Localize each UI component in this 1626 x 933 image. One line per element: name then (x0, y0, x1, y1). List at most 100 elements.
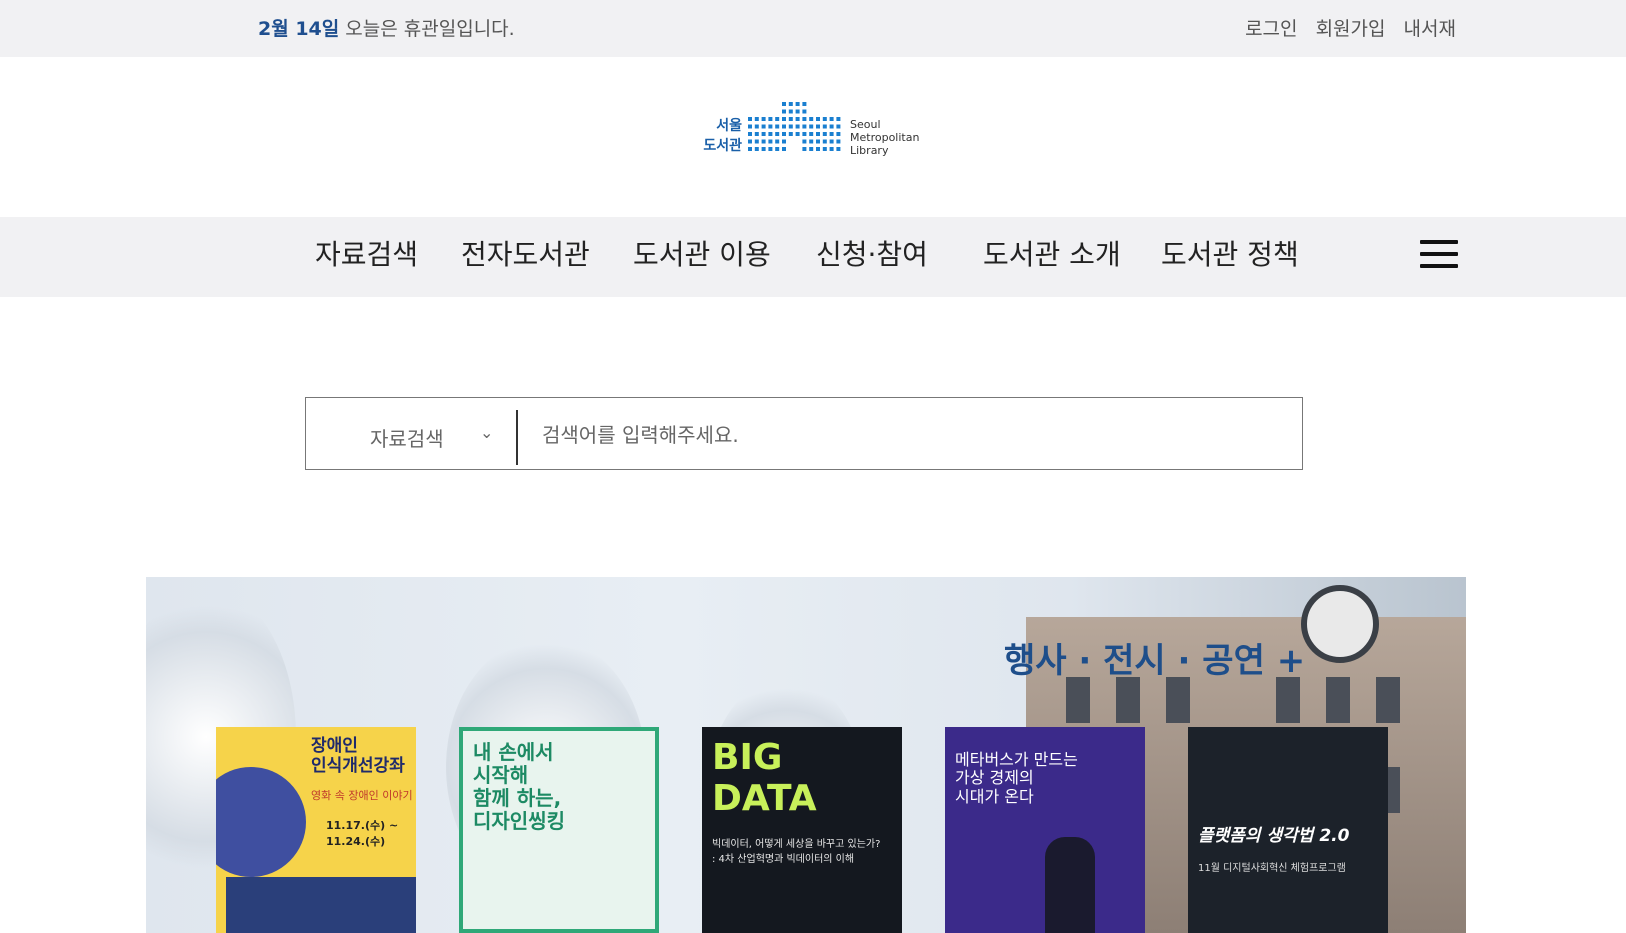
logo-dot (822, 147, 827, 151)
logo-dot (775, 124, 780, 129)
logo-dot (795, 124, 800, 129)
logo-dot (809, 139, 814, 144)
logo-dot (761, 139, 766, 144)
nav-item-apply[interactable]: 신청·참여 (816, 233, 928, 273)
logo-dot (768, 124, 773, 129)
logo-dot (775, 139, 780, 144)
logo-dot (754, 117, 759, 121)
logo-dot (761, 147, 766, 151)
logo-dot (748, 132, 752, 136)
logo-dot (748, 139, 752, 144)
logo-dot (809, 132, 814, 136)
nav-item-about[interactable]: 도서관 소개 (983, 233, 1121, 273)
logo-dot (761, 132, 766, 136)
logo-dot (836, 147, 841, 151)
logo-dot (782, 117, 786, 121)
logo-dot (816, 132, 820, 136)
nav-item-policy[interactable]: 도서관 정책 (1161, 233, 1299, 273)
logo-dot (782, 102, 786, 106)
logo-dot (788, 124, 793, 129)
today-notice: 2월 14일 오늘은 휴관일입니다. (258, 14, 515, 41)
logo-dot (836, 139, 841, 144)
logo-dot (748, 124, 752, 129)
logo-dot (788, 117, 793, 121)
logo-dot (782, 109, 786, 114)
logo-dot (768, 117, 773, 121)
events-title-link[interactable]: 행사 · 전시 · 공연 + (1004, 633, 1305, 682)
logo-english-text: Seoul Metropolitan Library (850, 118, 920, 157)
search-divider (516, 410, 518, 465)
clock-image (1301, 585, 1379, 663)
logo-korean-text: 서울 도서관 (703, 118, 742, 154)
logo-dot (775, 132, 780, 136)
logo-dot (822, 132, 827, 136)
logo-dot (754, 147, 759, 151)
search-input[interactable] (540, 418, 1264, 452)
logo-dot (775, 117, 780, 121)
logo-dot (836, 132, 841, 136)
logo-dot (809, 147, 814, 151)
logo-dot (788, 102, 793, 106)
logo-dot (822, 139, 827, 144)
logo-dot (754, 132, 759, 136)
today-date: 2월 14일 (258, 18, 340, 40)
logo-dot (748, 117, 752, 121)
main-nav-bar (0, 217, 1626, 297)
logo-dot (822, 117, 827, 121)
logo-dot (802, 102, 807, 106)
logo-dot (802, 147, 807, 151)
logo-dot (782, 147, 786, 151)
logo-dot (802, 132, 807, 136)
logo-dot (836, 117, 841, 121)
logo-dot (802, 124, 807, 129)
event-poster-metaverse[interactable]: 메타버스가 만드는 가상 경제의 시대가 온다 (945, 727, 1145, 933)
nav-item-search[interactable]: 자료검색 (315, 233, 418, 273)
user-links: 로그인 회원가입 내서재 (1233, 14, 1456, 41)
logo-dot (754, 139, 759, 144)
logo-dot (816, 147, 820, 151)
search-category-select[interactable]: 자료검색 (370, 423, 444, 452)
event-poster-design-thinking[interactable]: 내 손에서 시작해 함께 하는, 디자인씽킹 (459, 727, 659, 933)
logo-dot (795, 102, 800, 106)
logo-dot (836, 124, 841, 129)
logo-dot (816, 117, 820, 121)
logo-dots-mark (748, 102, 841, 151)
logo-dot (809, 124, 814, 129)
site-logo[interactable]: 서울 도서관 Seoul Metropolitan Library (698, 100, 920, 162)
logo-dot (761, 124, 766, 129)
event-poster-big-data[interactable]: BIG DATA 빅데이터, 어떻게 세상을 바꾸고 있는가? : 4차 산업혁… (702, 727, 902, 933)
logo-dot (829, 147, 834, 151)
logo-dot (829, 117, 834, 121)
logo-dot (829, 124, 834, 129)
logo-dot (816, 139, 820, 144)
nav-item-library-use[interactable]: 도서관 이용 (633, 233, 771, 273)
logo-dot (795, 132, 800, 136)
logo-dot (816, 124, 820, 129)
logo-dot (829, 132, 834, 136)
logo-dot (768, 139, 773, 144)
events-banner: 행사 · 전시 · 공연 + 장애인 인식개선강좌 영화 속 장애인 이야기 1… (146, 577, 1466, 933)
logo-dot (802, 117, 807, 121)
search-box: 자료검색 ⌄ (305, 397, 1303, 470)
closed-notice: 오늘은 휴관일입니다. (345, 18, 515, 40)
logo-dot (754, 124, 759, 129)
logo-dot (788, 132, 793, 136)
hamburger-icon[interactable] (1420, 240, 1458, 268)
logo-dot (829, 139, 834, 144)
logo-dot (788, 109, 793, 114)
logo-dot (768, 132, 773, 136)
logo-dot (768, 147, 773, 151)
signup-link[interactable]: 회원가입 (1316, 18, 1386, 40)
logo-dot (782, 132, 786, 136)
logo-dot (795, 117, 800, 121)
event-poster-disability[interactable]: 장애인 인식개선강좌 영화 속 장애인 이야기 11.17.(수) ~ 11.2… (216, 727, 416, 933)
logo-dot (795, 109, 800, 114)
chevron-down-icon[interactable]: ⌄ (480, 423, 493, 442)
login-link[interactable]: 로그인 (1245, 18, 1297, 40)
logo-dot (802, 139, 807, 144)
nav-item-digital-library[interactable]: 전자도서관 (461, 233, 590, 273)
my-library-link[interactable]: 내서재 (1404, 18, 1456, 40)
logo-dot (822, 124, 827, 129)
logo-dot (775, 147, 780, 151)
event-poster-platform[interactable]: 플랫폼의 생각법 2.0 11월 디지털사회혁신 체험프로그램 (1188, 727, 1388, 933)
